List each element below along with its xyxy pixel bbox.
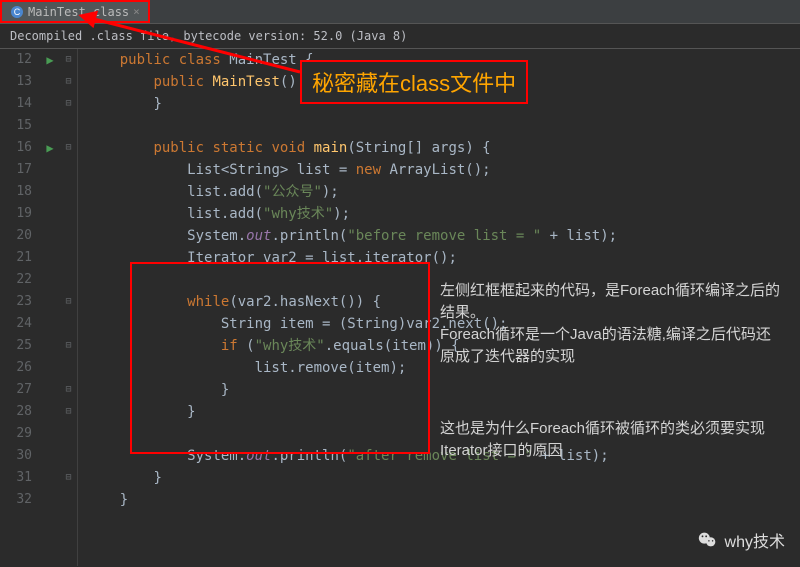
line-number: 24 [0,313,32,335]
line-number: 20 [0,225,32,247]
line-number: 19 [0,203,32,225]
line-number: 18 [0,181,32,203]
fold-icon[interactable]: ⊟ [60,291,77,313]
code-line[interactable] [86,115,800,137]
line-number: 21 [0,247,32,269]
code-line[interactable]: } [86,467,800,489]
line-number: 23 [0,291,32,313]
line-number: 28 [0,401,32,423]
run-icon[interactable]: ▶ [40,49,60,71]
annotation-text-1: 左侧红框框起来的代码，是Foreach循环编译之后的结果。Foreach循环是一… [440,280,785,368]
fold-icon[interactable]: ⊟ [60,93,77,115]
watermark: why技术 [697,528,785,552]
code-line[interactable]: public static void main(String[] args) { [86,137,800,159]
fold-icon[interactable]: ⊟ [60,467,77,489]
line-number: 15 [0,115,32,137]
line-number: 30 [0,445,32,467]
line-number: 17 [0,159,32,181]
svg-text:C: C [14,7,21,17]
watermark-text: why技术 [725,528,785,552]
class-file-icon: C [10,5,24,19]
line-number: 12 [0,49,32,71]
annotation-text-2: 这也是为什么Foreach循环被循环的类必须要实现Iterator接口的原因 [440,418,785,462]
run-icon[interactable]: ▶ [40,137,60,159]
fold-icon[interactable]: ⊟ [60,49,77,71]
line-number: 32 [0,489,32,511]
file-tab[interactable]: C MainTest.class × [0,0,150,23]
decompile-info-bar: Decompiled .class file, bytecode version… [0,24,800,49]
wechat-icon [697,529,719,551]
tab-label: MainTest.class [28,5,129,19]
fold-icon[interactable]: ⊟ [60,379,77,401]
callout-box: 秘密藏在class文件中 [300,60,528,104]
fold-icon[interactable]: ⊟ [60,401,77,423]
code-line[interactable]: list.add("why技术"); [86,203,800,225]
code-line[interactable]: System.out.println("before remove list =… [86,225,800,247]
fold-icon[interactable]: ⊟ [60,335,77,357]
line-number: 29 [0,423,32,445]
code-line[interactable]: List<String> list = new ArrayList(); [86,159,800,181]
line-number: 27 [0,379,32,401]
line-number: 22 [0,269,32,291]
code-line[interactable]: } [86,489,800,511]
fold-icon[interactable]: ⊟ [60,137,77,159]
code-line[interactable]: Iterator var2 = list.iterator(); [86,247,800,269]
fold-icon[interactable]: ⊟ [60,71,77,93]
code-line[interactable]: list.add("公众号"); [86,181,800,203]
line-number: 26 [0,357,32,379]
line-number: 14 [0,93,32,115]
line-number-gutter: 1213141516171819202122232425262728293031… [0,49,40,566]
code-line[interactable]: } [86,379,800,401]
line-number: 16 [0,137,32,159]
line-number: 13 [0,71,32,93]
line-number: 25 [0,335,32,357]
run-gutter: ▶ ▶ [40,49,60,566]
tab-close-icon[interactable]: × [133,5,140,18]
fold-gutter: ⊟ ⊟ ⊟ ⊟ ⊟ ⊟ ⊟ ⊟ ⊟ [60,49,78,566]
line-number: 31 [0,467,32,489]
tab-bar: C MainTest.class × [0,0,800,24]
